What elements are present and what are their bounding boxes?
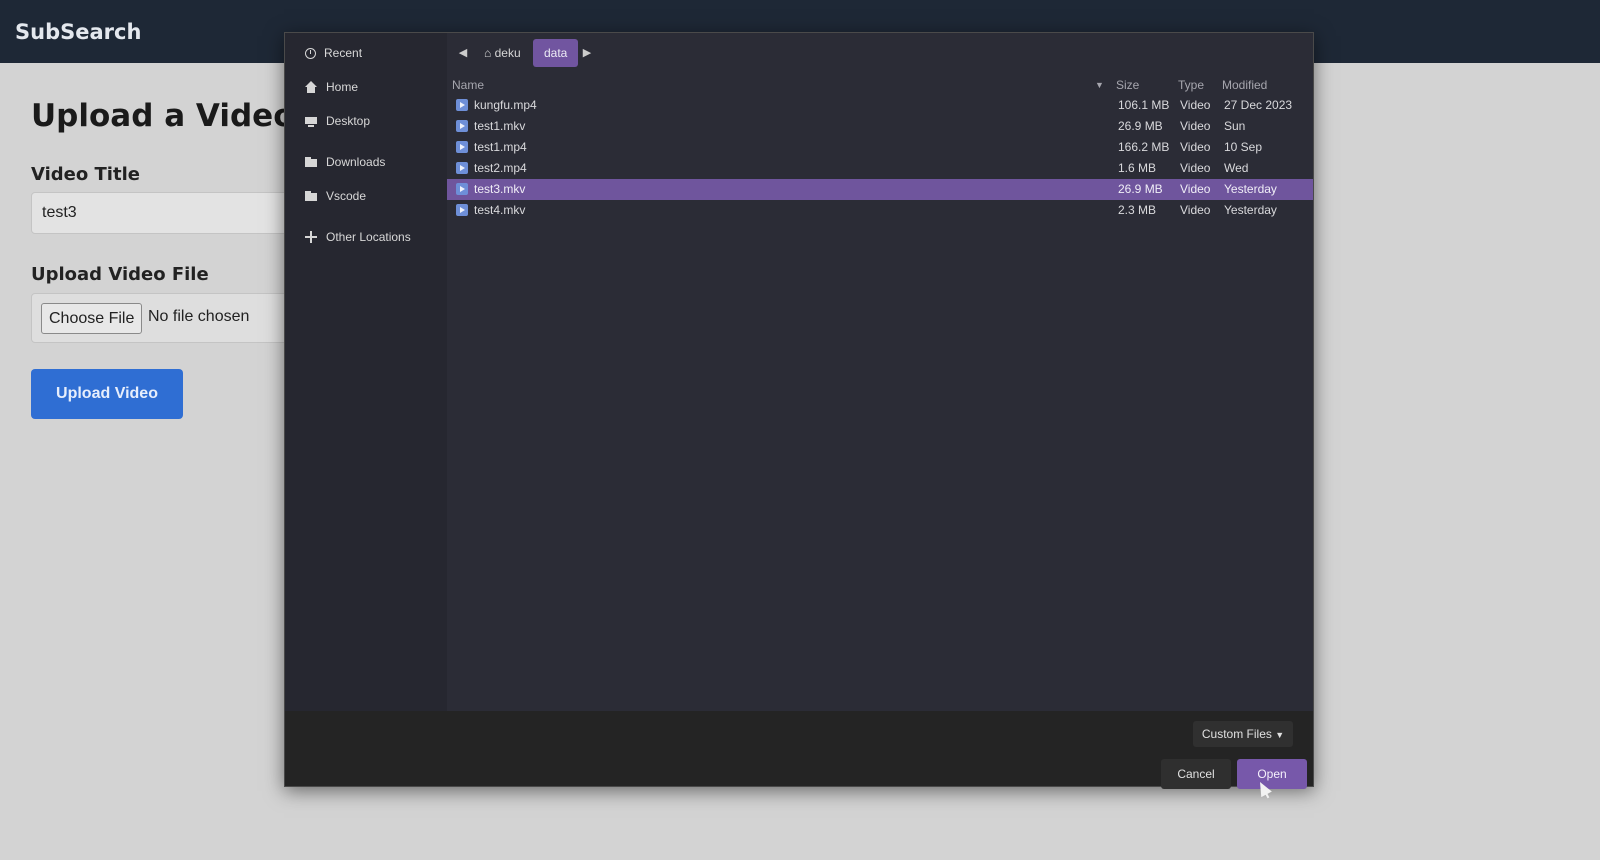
- video-file-icon: [456, 162, 468, 174]
- column-header-size[interactable]: Size: [1116, 75, 1139, 95]
- file-size: 106.1 MB: [1118, 98, 1170, 112]
- plus-icon: [305, 230, 318, 244]
- folder-icon: [305, 156, 318, 169]
- file-size: 1.6 MB: [1118, 161, 1157, 175]
- file-input[interactable]: Choose File No file chosen: [31, 293, 301, 343]
- sidebar-item-label: Desktop: [326, 114, 371, 128]
- file-size: 166.2 MB: [1118, 140, 1170, 154]
- file-type: Video: [1180, 140, 1211, 154]
- column-header-type[interactable]: Type: [1178, 75, 1204, 95]
- video-file-icon: [456, 141, 468, 153]
- sidebar-item-label: Recent: [324, 46, 363, 60]
- column-header-modified[interactable]: Modified: [1222, 75, 1267, 95]
- video-file-icon: [456, 120, 468, 132]
- dialog-footer: Custom Files ▼ Cancel Open: [285, 711, 1313, 789]
- file-type: Video: [1180, 119, 1211, 133]
- no-file-text: No file chosen: [148, 308, 250, 325]
- file-type: Video: [1180, 161, 1211, 175]
- sidebar-item-label: Other Locations: [326, 230, 411, 244]
- file-row[interactable]: test2.mp4 1.6 MB Video Wed: [447, 158, 1313, 179]
- page-title: Upload a Video: [31, 98, 295, 134]
- file-modified: 27 Dec 2023: [1224, 98, 1293, 112]
- file-modified: Sun: [1224, 119, 1246, 133]
- file-list: kungfu.mp4 106.1 MB Video 27 Dec 2023 te…: [447, 95, 1313, 221]
- file-name: test1.mp4: [474, 140, 527, 154]
- video-file-icon: [456, 204, 468, 216]
- file-row-selected[interactable]: test3.mkv 26.9 MB Video Yesterday: [447, 179, 1313, 200]
- filter-label: Custom Files: [1201, 727, 1272, 741]
- brand-logo[interactable]: SubSearch: [15, 20, 141, 44]
- sidebar-item-label: Downloads: [326, 155, 386, 169]
- file-modified: Yesterday: [1224, 203, 1277, 217]
- column-header-name[interactable]: Name: [452, 75, 484, 95]
- sidebar-item-label: Home: [326, 80, 359, 94]
- file-size: 26.9 MB: [1118, 119, 1163, 133]
- path-bar: ◀ ⌂ deku data ▶: [447, 33, 1313, 73]
- file-row[interactable]: test4.mkv 2.3 MB Video Yesterday: [447, 200, 1313, 221]
- sidebar-item-label: Vscode: [326, 189, 367, 203]
- file-size: 2.3 MB: [1118, 203, 1157, 217]
- open-button[interactable]: Open: [1237, 759, 1307, 789]
- upload-video-button[interactable]: Upload Video: [31, 369, 183, 419]
- upload-file-label: Upload Video File: [31, 264, 209, 285]
- file-chooser-dialog: Recent Home Desktop Downloads Vscode Oth…: [284, 32, 1314, 789]
- file-size: 26.9 MB: [1118, 182, 1163, 196]
- file-modified: Yesterday: [1224, 182, 1277, 196]
- file-filter-dropdown[interactable]: Custom Files ▼: [1193, 721, 1293, 747]
- choose-file-button[interactable]: Choose File: [41, 303, 143, 334]
- file-name: test2.mp4: [474, 161, 527, 175]
- folder-icon: [305, 190, 318, 203]
- sidebar-item-vscode[interactable]: Vscode: [285, 182, 447, 210]
- path-crumb-data[interactable]: data: [533, 39, 579, 67]
- sidebar-item-other-locations[interactable]: Other Locations: [285, 223, 447, 251]
- sidebar-item-desktop[interactable]: Desktop: [285, 107, 447, 135]
- path-back-icon[interactable]: ◀: [454, 43, 472, 63]
- video-file-icon: [456, 183, 468, 195]
- video-title-label: Video Title: [31, 164, 140, 185]
- places-sidebar: Recent Home Desktop Downloads Vscode Oth…: [285, 33, 447, 711]
- home-icon: [305, 80, 318, 94]
- file-type: Video: [1180, 98, 1211, 112]
- sidebar-item-recent[interactable]: Recent: [285, 39, 447, 67]
- cancel-button[interactable]: Cancel: [1161, 759, 1231, 789]
- file-name: kungfu.mp4: [474, 98, 537, 112]
- video-file-icon: [456, 99, 468, 111]
- sidebar-item-downloads[interactable]: Downloads: [285, 148, 447, 176]
- file-name: test4.mkv: [474, 203, 526, 217]
- video-title-input[interactable]: [31, 192, 301, 234]
- sidebar-item-home[interactable]: Home: [285, 73, 447, 101]
- file-type: Video: [1180, 203, 1211, 217]
- crumb-label: deku: [494, 46, 521, 60]
- file-name: test1.mkv: [474, 119, 526, 133]
- file-list-pane: ◀ ⌂ deku data ▶ Name ▼ Size Type Modifie…: [447, 33, 1313, 711]
- chevron-down-icon: ▼: [1275, 730, 1285, 740]
- home-icon: ⌂: [484, 46, 492, 60]
- file-modified: 10 Sep: [1224, 140, 1263, 154]
- file-row[interactable]: test1.mkv 26.9 MB Video Sun: [447, 116, 1313, 137]
- file-modified: Wed: [1224, 161, 1249, 175]
- desktop-icon: [305, 115, 318, 128]
- file-name: test3.mkv: [474, 182, 526, 196]
- file-row[interactable]: test1.mp4 166.2 MB Video 10 Sep: [447, 137, 1313, 158]
- file-type: Video: [1180, 182, 1211, 196]
- path-crumb-deku[interactable]: ⌂ deku: [473, 39, 532, 67]
- file-row[interactable]: kungfu.mp4 106.1 MB Video 27 Dec 2023: [447, 95, 1313, 116]
- path-forward-icon[interactable]: ▶: [578, 43, 596, 63]
- sort-arrow-icon[interactable]: ▼: [1095, 75, 1104, 95]
- clock-icon: [305, 47, 316, 59]
